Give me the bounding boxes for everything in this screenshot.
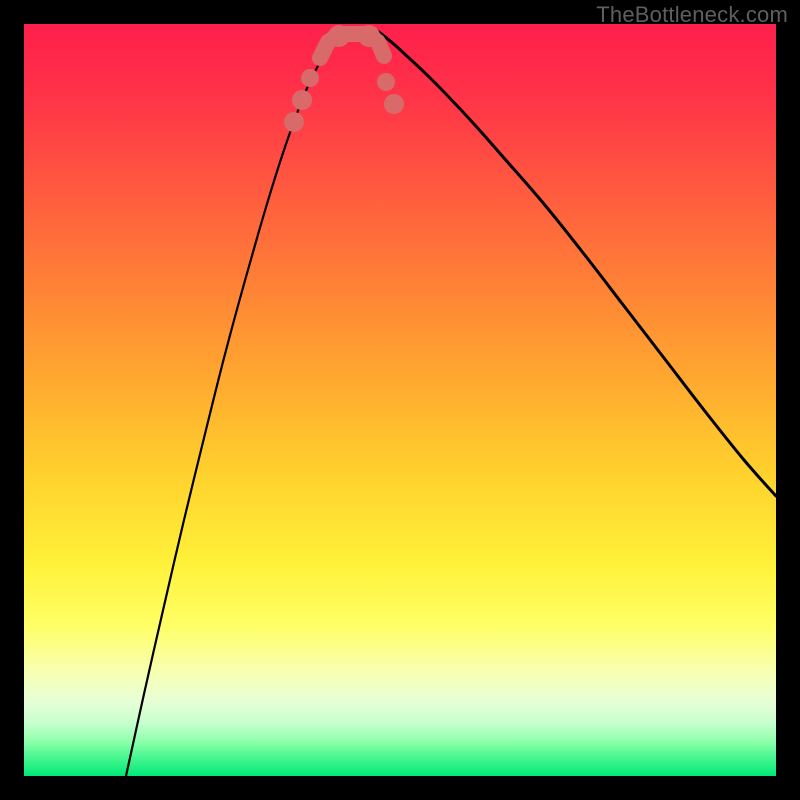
- bead-5: [328, 25, 350, 47]
- bead-2: [301, 69, 319, 87]
- bead-3: [377, 73, 395, 91]
- chart-svg: [24, 24, 776, 776]
- outer-frame: TheBottleneck.com: [0, 0, 800, 800]
- bead-6: [358, 25, 380, 47]
- right-curve: [376, 30, 776, 496]
- watermark-text: TheBottleneck.com: [596, 2, 788, 28]
- bead-1: [292, 90, 312, 110]
- bead-0: [284, 112, 304, 132]
- plot-area: [24, 24, 776, 776]
- left-curve: [126, 34, 336, 776]
- bead-4: [384, 94, 404, 114]
